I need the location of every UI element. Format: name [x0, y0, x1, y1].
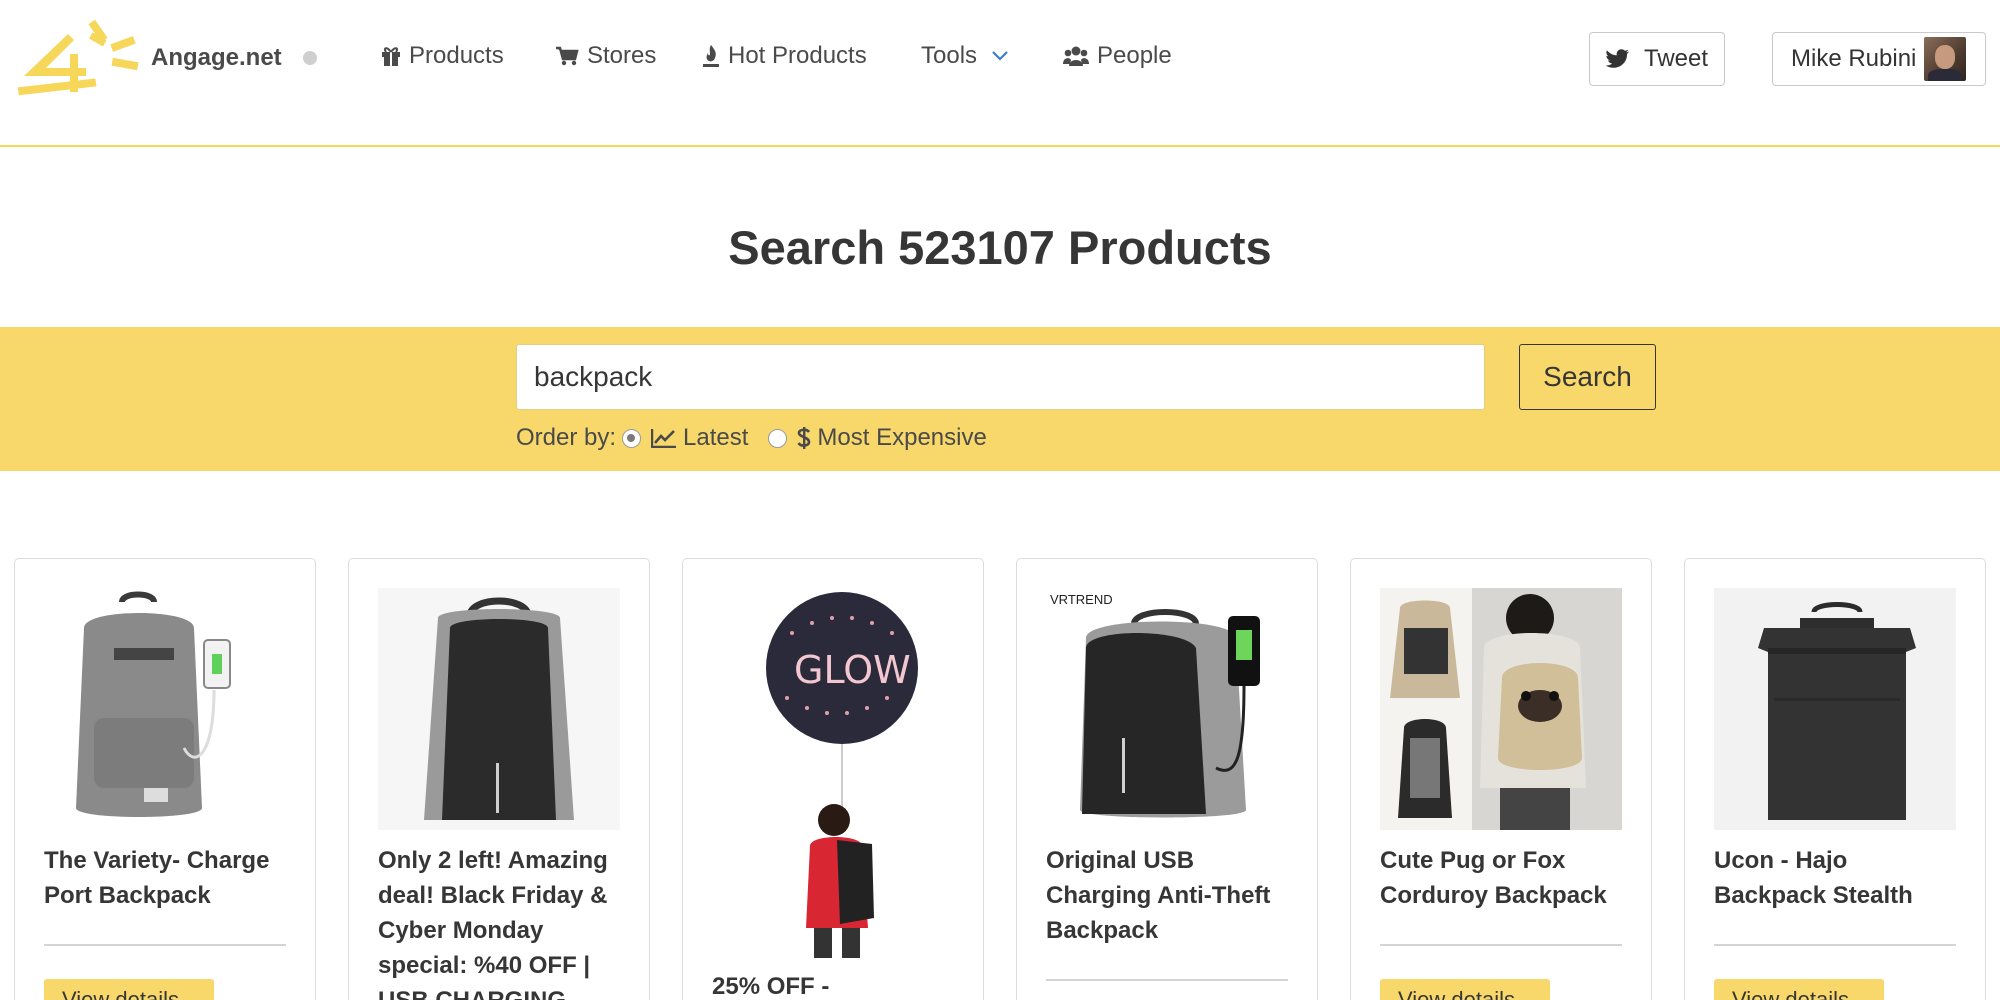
- nav-products[interactable]: Products: [381, 42, 504, 70]
- product-title[interactable]: Cute Pug or Fox Corduroy Backpack: [1380, 843, 1630, 913]
- twitter-icon: [1605, 49, 1629, 68]
- nav-stores[interactable]: Stores: [555, 42, 656, 70]
- vrtrend-text: VRTREND: [1050, 592, 1113, 607]
- product-card[interactable]: VRTREND Original USB Charging Anti-Theft…: [1016, 558, 1318, 1000]
- view-details-button[interactable]: View details: [1380, 979, 1550, 1000]
- nav-tools[interactable]: Tools: [921, 42, 1009, 70]
- order-most-expensive-radio[interactable]: [768, 428, 788, 448]
- fire-icon: [703, 45, 719, 67]
- nav-hot-products-label: Hot Products: [728, 42, 867, 69]
- line-chart-icon: [651, 429, 677, 448]
- product-title[interactable]: Only 2 left! Amazing deal! Black Friday …: [378, 843, 628, 1000]
- card-divider: [1380, 944, 1622, 946]
- order-latest-label: Latest: [683, 424, 749, 451]
- search-button[interactable]: Search: [1519, 344, 1656, 410]
- product-card[interactable]: Cute Pug or Fox Corduroy Backpack View d…: [1350, 558, 1652, 1000]
- tweet-label: Tweet: [1643, 45, 1709, 72]
- product-image[interactable]: [1380, 588, 1622, 830]
- order-by-row: Order by: Latest Most Expensive: [516, 423, 1001, 453]
- nav-people[interactable]: People: [1063, 42, 1172, 70]
- brand-name[interactable]: Angage.net: [151, 44, 282, 72]
- product-title[interactable]: Original USB Charging Anti-Theft Backpac…: [1046, 843, 1296, 948]
- product-title[interactable]: The Variety- Charge Port Backpack: [44, 843, 294, 913]
- users-icon: [1063, 46, 1089, 66]
- product-card[interactable]: The Variety- Charge Port Backpack View d…: [14, 558, 316, 1000]
- page-title: Search 523107 Products: [728, 221, 1272, 274]
- chevron-down-icon: [992, 51, 1008, 61]
- product-title[interactable]: 25% OFF -: [712, 969, 962, 1000]
- order-latest-option[interactable]: Latest: [616, 424, 748, 452]
- card-divider: [44, 944, 286, 946]
- product-image[interactable]: VRTREND: [1046, 588, 1288, 830]
- product-card[interactable]: Only 2 left! Amazing deal! Black Friday …: [348, 558, 650, 1000]
- view-details-button[interactable]: View details: [44, 979, 214, 1000]
- avatar: [1924, 37, 1967, 81]
- angage-logo-icon[interactable]: [16, 14, 141, 104]
- nav-hot-products[interactable]: Hot Products: [702, 42, 867, 70]
- cart-icon: [556, 46, 579, 66]
- order-most-expensive-option[interactable]: Most Expensive: [762, 424, 987, 452]
- card-divider: [1714, 944, 1956, 946]
- order-by-label: Order by:: [516, 424, 617, 451]
- product-card[interactable]: Ucon - Hajo Backpack Stealth View detail…: [1684, 558, 1986, 1000]
- gift-icon: [382, 47, 400, 66]
- nav-stores-label: Stores: [587, 42, 657, 69]
- status-dot: [303, 51, 317, 65]
- product-title[interactable]: Ucon - Hajo Backpack Stealth: [1714, 843, 1964, 913]
- user-name: Mike Rubini: [1791, 45, 1917, 72]
- top-navbar: Angage.net Products Stores Hot Products …: [0, 0, 2000, 147]
- product-image[interactable]: GLOW: [712, 588, 954, 958]
- product-image[interactable]: [1714, 588, 1956, 830]
- nav-products-label: Products: [409, 42, 504, 69]
- card-divider: [1046, 979, 1288, 981]
- tweet-button[interactable]: Tweet: [1589, 32, 1725, 86]
- search-input[interactable]: [516, 344, 1485, 410]
- dollar-icon: [797, 427, 811, 449]
- product-image[interactable]: [44, 588, 286, 830]
- product-card[interactable]: GLOW 25% OFF -: [682, 558, 984, 1000]
- nav-tools-label: Tools: [921, 42, 978, 69]
- user-menu-button[interactable]: Mike Rubini: [1772, 32, 1986, 86]
- order-most-expensive-label: Most Expensive: [817, 424, 987, 451]
- order-latest-radio[interactable]: [622, 428, 642, 448]
- view-details-button[interactable]: View details: [1714, 979, 1884, 1000]
- glow-text: GLOW: [794, 648, 911, 692]
- nav-people-label: People: [1097, 42, 1172, 69]
- product-image[interactable]: [378, 588, 620, 830]
